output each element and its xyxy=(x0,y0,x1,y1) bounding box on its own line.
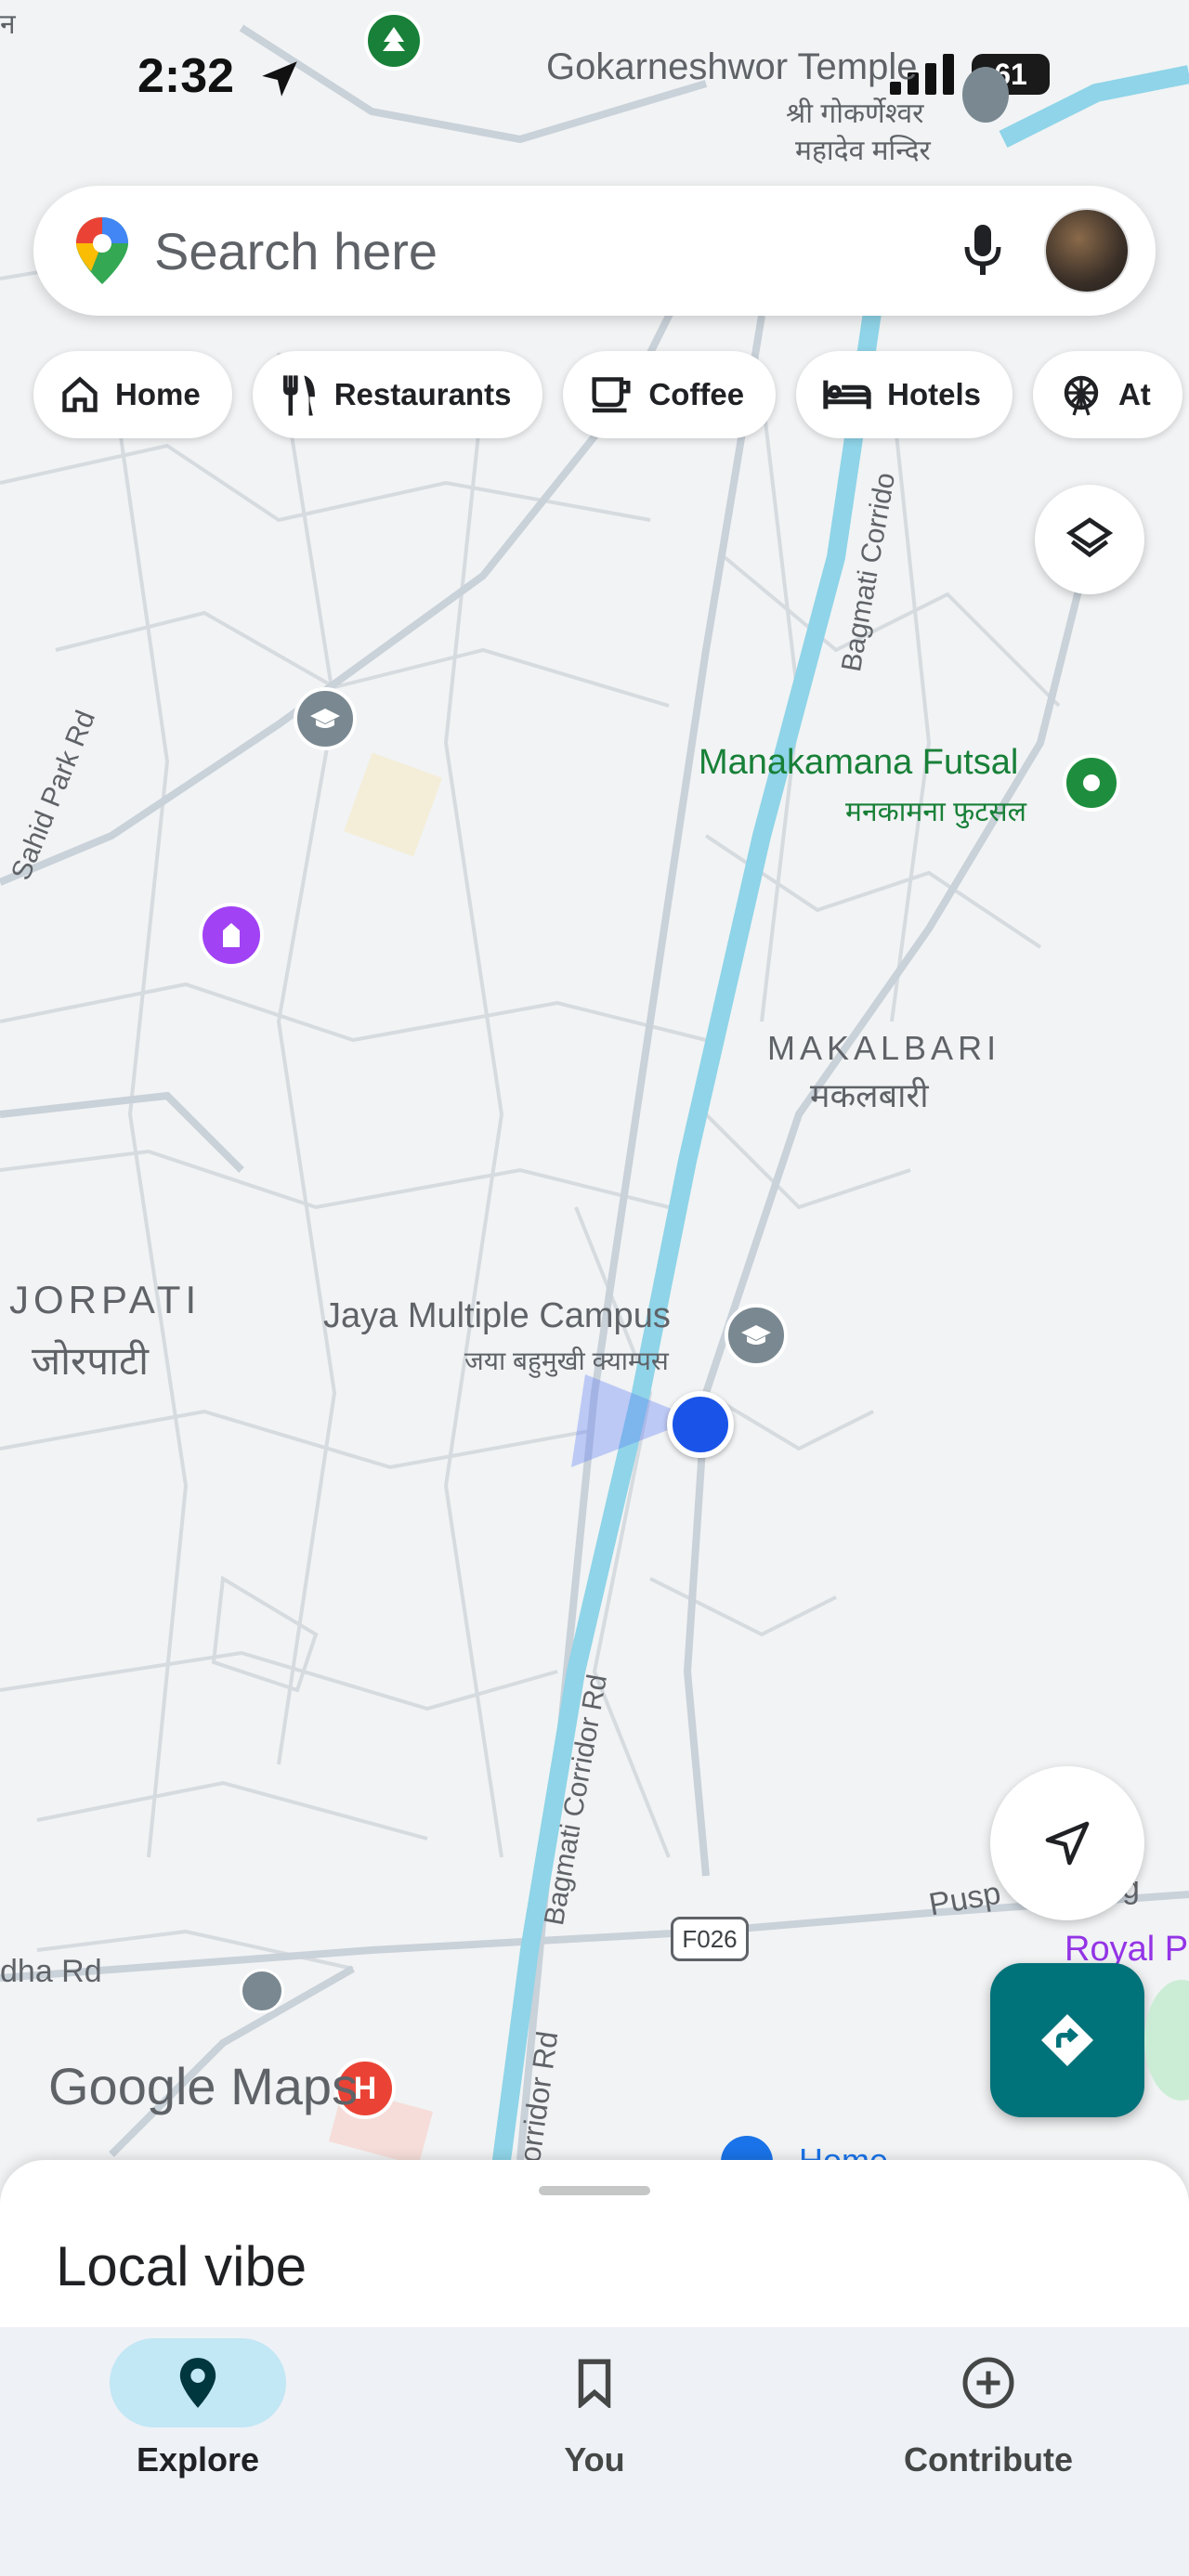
category-chips: Home Restaurants Coffee Hotels At xyxy=(33,351,1182,438)
map-label-campus-ne: जया बहुमुखी क्याम्पस xyxy=(464,1347,669,1375)
fork-knife-icon xyxy=(282,375,315,416)
map-label-makalbari: MAKALBARI xyxy=(767,1029,1001,1067)
map-label-temple-ne-2: महादेव मन्दिर xyxy=(795,136,931,166)
sheet-handle[interactable] xyxy=(539,2186,650,2195)
nav-you-pill xyxy=(506,2338,683,2427)
maps-logo-icon xyxy=(76,217,128,284)
nav-explore-pill xyxy=(110,2338,286,2427)
map-label-futsal[interactable]: Manakamana Futsal xyxy=(699,743,1018,783)
search-bar[interactable]: Search here xyxy=(33,186,1156,316)
bed-icon xyxy=(823,380,871,410)
directions-button[interactable] xyxy=(990,1963,1144,2117)
chip-coffee[interactable]: Coffee xyxy=(563,351,777,438)
map-label-makalbari-ne: मकलबारी xyxy=(810,1076,929,1114)
add-circle-icon xyxy=(962,2357,1014,2409)
worship-pin-icon[interactable] xyxy=(199,903,264,968)
map-label-futsal-ne: मनकामना फुटसल xyxy=(845,797,1026,827)
chip-attractions-label: At xyxy=(1117,377,1151,411)
road-shield: F026 xyxy=(671,1917,749,1961)
nav-contribute-label: Contribute xyxy=(904,2440,1073,2478)
avatar[interactable] xyxy=(1044,208,1130,293)
home-icon xyxy=(62,376,98,412)
coffee-cup-icon xyxy=(592,377,631,413)
nav-explore[interactable]: Explore xyxy=(59,2327,337,2479)
chip-home[interactable]: Home xyxy=(33,351,232,438)
futsal-pin-icon[interactable] xyxy=(1063,754,1120,812)
nav-contribute-pill xyxy=(900,2338,1077,2427)
nav-explore-label: Explore xyxy=(136,2440,260,2478)
location-pin-icon xyxy=(179,2358,216,2408)
map-label-corner: न xyxy=(0,9,16,40)
chip-restaurants-label: Restaurants xyxy=(333,377,512,411)
nav-you-label: You xyxy=(564,2440,625,2478)
bottom-nav: Explore You Contribute xyxy=(0,2327,1189,2576)
microphone-icon[interactable] xyxy=(962,223,1003,279)
bookmark-icon xyxy=(578,2359,611,2408)
sheet-title: Local vibe xyxy=(56,2235,307,2297)
watermark-google: Google xyxy=(48,2057,216,2115)
watermark-maps: Maps xyxy=(230,2057,359,2115)
layers-icon xyxy=(1065,517,1114,558)
campus-pin-icon[interactable] xyxy=(725,1304,788,1367)
navigation-arrow-icon xyxy=(1045,1821,1090,1866)
search-input[interactable]: Search here xyxy=(154,221,962,281)
chip-hotels-label: Hotels xyxy=(887,377,981,411)
road-label-dha: dha Rd xyxy=(0,1954,102,1989)
recenter-button[interactable] xyxy=(990,1766,1144,1920)
school-pin-icon[interactable] xyxy=(294,687,357,750)
current-location-dot xyxy=(667,1391,734,1458)
ferris-wheel-icon xyxy=(1064,375,1099,416)
status-time: 2:32 xyxy=(137,49,235,103)
temple-pin-icon[interactable] xyxy=(962,67,1009,123)
google-maps-watermark: Google Maps xyxy=(48,2056,358,2116)
map-label-campus[interactable]: Jaya Multiple Campus xyxy=(323,1296,671,1336)
location-arrow-icon xyxy=(262,61,297,97)
map-label-temple[interactable]: Gokarneshwor Temple xyxy=(546,46,917,88)
park-pin-icon[interactable] xyxy=(364,11,424,71)
chip-hotels[interactable]: Hotels xyxy=(796,351,1013,438)
nav-contribute[interactable]: Contribute xyxy=(849,2327,1128,2479)
bottom-sheet[interactable]: Local vibe xyxy=(0,2160,1189,2327)
directions-icon xyxy=(1041,2014,1093,2066)
layers-button[interactable] xyxy=(1035,485,1144,594)
map-label-temple-ne-1: श्री गोकर्णेश्वर xyxy=(786,98,924,129)
chip-attractions[interactable]: At xyxy=(1032,351,1182,438)
map-label-jorpati-ne: जोरपाटी xyxy=(32,1339,150,1383)
nav-you[interactable]: You xyxy=(455,2327,734,2479)
chip-coffee-label: Coffee xyxy=(648,377,745,411)
bus-stop-icon[interactable] xyxy=(240,1969,284,2013)
chip-restaurants[interactable]: Restaurants xyxy=(252,351,543,438)
chip-home-label: Home xyxy=(115,377,201,411)
map-label-jorpati: JORPATI xyxy=(9,1278,202,1321)
